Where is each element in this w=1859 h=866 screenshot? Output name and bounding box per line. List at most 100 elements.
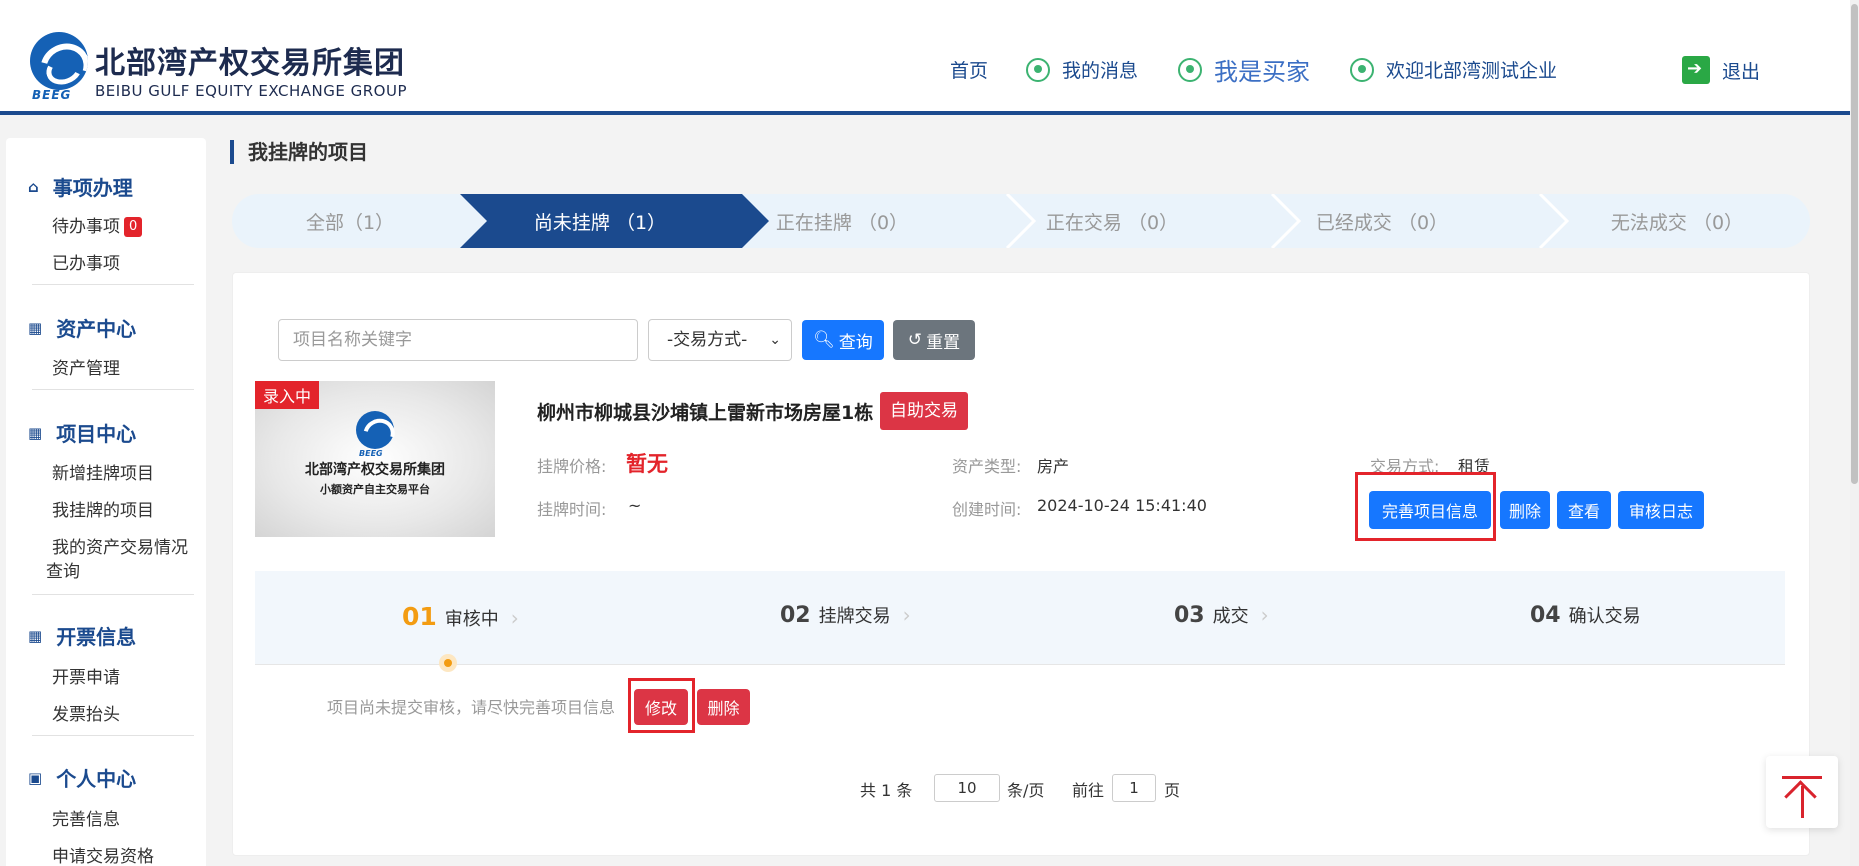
current-step-indicator xyxy=(439,654,457,672)
beeg-logo-icon xyxy=(30,32,88,90)
nav-logout[interactable]: 退出 xyxy=(1682,56,1760,84)
reset-button-label: 重置 xyxy=(926,332,961,353)
search-icon: 🔍︎ xyxy=(813,330,835,350)
step-listing-trade: 02 挂牌交易 › xyxy=(780,602,911,628)
nav-buyer[interactable]: 我是买家 xyxy=(1178,52,1310,87)
thumbnail-subtitle: 小额资产自主交易平台 xyxy=(320,483,430,496)
back-to-top-button[interactable] xyxy=(1766,756,1838,828)
view-button[interactable]: 查看 xyxy=(1557,491,1611,529)
sidebar-item-label: 待办事项 xyxy=(52,217,120,237)
progress-delete-button[interactable]: 删除 xyxy=(697,689,750,725)
nav-buyer-label: 我是买家 xyxy=(1214,58,1310,86)
audit-log-button[interactable]: 审核日志 xyxy=(1618,491,1704,529)
tab-listing[interactable]: 正在挂牌 （0） xyxy=(776,208,908,235)
step-number: 02 xyxy=(780,603,811,628)
section-title: 事项办理 xyxy=(52,176,133,200)
nav-home-label: 首页 xyxy=(950,60,989,82)
home-icon: ⌂ xyxy=(28,177,39,196)
step-number: 01 xyxy=(402,602,437,631)
chevron-down-icon: ⌄ xyxy=(769,332,781,348)
trade-type-badge: 自助交易 xyxy=(880,392,968,430)
page-unit-label: 页 xyxy=(1164,781,1181,800)
sidebar-item-my-trades-query[interactable]: 查询 xyxy=(46,557,80,582)
edit-button[interactable]: 修改 xyxy=(634,689,688,725)
scrollbar-thumb[interactable] xyxy=(1851,4,1858,484)
sidebar-item-new-listing[interactable]: 新增挂牌项目 xyxy=(52,459,154,484)
sidebar-item-invoice-apply[interactable]: 开票申请 xyxy=(52,663,120,688)
delete-button[interactable]: 删除 xyxy=(1500,491,1550,529)
section-title: 开票信息 xyxy=(56,625,137,649)
query-button[interactable]: 🔍︎ 查询 xyxy=(802,320,884,360)
reset-icon: ↺ xyxy=(907,330,923,350)
tabs-background xyxy=(232,194,1810,248)
pagination-total: 共 1 条 xyxy=(860,781,913,800)
brand-logo[interactable]: BEEG 北部湾产权交易所集团 BEIBU GULF EQUITY EXCHAN… xyxy=(30,30,450,102)
tab-failed[interactable]: 无法成交 （0） xyxy=(1611,208,1743,235)
price-value: 暂无 xyxy=(626,452,668,476)
sidebar: ⌂ 事项办理 待办事项 0 已办事项 ▦ 资产中心 资产管理 ▦ 项目中心 新增挂… xyxy=(6,138,206,866)
sidebar-item-apply-qualification[interactable]: 申请交易资格 xyxy=(52,842,154,866)
project-title[interactable]: 柳州市柳城县沙埔镇上雷新市场房屋1栋 xyxy=(537,398,873,425)
section-title: 资产中心 xyxy=(56,317,137,341)
list-time-value: ~ xyxy=(628,496,642,515)
page-scrollbar[interactable] xyxy=(1850,0,1859,866)
tab-completed[interactable]: 已经成交 （0） xyxy=(1316,208,1448,235)
chevron-right-icon: › xyxy=(902,603,911,627)
sidebar-section-invoice[interactable]: ▦ 开票信息 xyxy=(28,621,136,650)
step-confirm: 04 确认交易 xyxy=(1530,602,1641,628)
divider xyxy=(32,284,194,285)
tab-all[interactable]: 全部（1） xyxy=(306,208,394,235)
list-time-label: 挂牌时间: xyxy=(537,500,607,519)
nav-messages-label: 我的消息 xyxy=(1062,60,1139,82)
price-label: 挂牌价格: xyxy=(537,457,607,476)
query-button-label: 查询 xyxy=(838,332,873,353)
sidebar-item-todo[interactable]: 待办事项 0 xyxy=(52,212,143,237)
reset-button[interactable]: ↺ 重置 xyxy=(893,320,975,360)
sidebar-item-invoice-header[interactable]: 发票抬头 xyxy=(52,700,120,725)
complete-info-button[interactable]: 完善项目信息 xyxy=(1369,491,1491,529)
project-thumbnail[interactable]: 录入中 BEEG 北部湾产权交易所集团 小额资产自主交易平台 xyxy=(255,381,495,537)
section-title: 个人中心 xyxy=(56,767,137,791)
logout-icon xyxy=(1682,56,1710,84)
contact-icon: ▣ xyxy=(28,768,43,787)
nav-logout-label: 退出 xyxy=(1722,60,1761,83)
nav-welcome-label: 欢迎北部湾测试企业 xyxy=(1386,60,1558,82)
sidebar-item-my-listings[interactable]: 我挂牌的项目 xyxy=(52,496,154,521)
chevron-right-icon: › xyxy=(1260,603,1269,627)
status-badge: 录入中 xyxy=(255,381,320,409)
logo-abbr: BEEG xyxy=(32,88,72,102)
sidebar-section-profile[interactable]: ▣ 个人中心 xyxy=(28,763,136,792)
nav-welcome[interactable]: 欢迎北部湾测试企业 xyxy=(1350,56,1557,83)
nav-messages[interactable]: 我的消息 xyxy=(1026,56,1138,83)
sidebar-item-done[interactable]: 已办事项 xyxy=(52,249,120,274)
sidebar-item-asset-management[interactable]: 资产管理 xyxy=(52,354,120,379)
step-number: 03 xyxy=(1174,603,1205,628)
page-number-input[interactable]: 1 xyxy=(1112,774,1156,802)
step-label: 成交 xyxy=(1212,606,1249,627)
bell-icon xyxy=(1026,57,1050,82)
asset-type-label: 资产类型: xyxy=(952,457,1022,476)
divider xyxy=(32,735,194,736)
sidebar-section-tasks[interactable]: ⌂ 事项办理 xyxy=(28,172,133,201)
created-time-label: 创建时间: xyxy=(952,500,1022,519)
status-tabs: 全部（1） 尚未挂牌 （1） 正在挂牌 （0） 正在交易 （0） 已经成交 （0… xyxy=(232,194,1810,248)
beeg-logo-icon xyxy=(356,411,394,449)
logo-title-en: BEIBU GULF EQUITY EXCHANGE GROUP xyxy=(95,82,408,100)
step-label: 审核中 xyxy=(444,609,499,630)
sidebar-section-assets[interactable]: ▦ 资产中心 xyxy=(28,313,136,342)
step-label: 确认交易 xyxy=(1568,606,1641,627)
page-size-input[interactable]: 10 xyxy=(934,774,1000,802)
review-notice: 项目尚未提交审核，请尽快完善项目信息 xyxy=(327,698,616,717)
divider xyxy=(32,594,194,595)
step-deal: 03 成交 › xyxy=(1174,602,1269,628)
divider xyxy=(32,389,194,390)
nav-home[interactable]: 首页 xyxy=(950,56,988,83)
tab-trading[interactable]: 正在交易 （0） xyxy=(1046,208,1178,235)
sidebar-item-my-trades[interactable]: 我的资产交易情况 xyxy=(52,533,188,558)
tab-not-listed[interactable]: 尚未挂牌 （1） xyxy=(534,208,666,235)
thumbnail-abbr: BEEG xyxy=(359,449,383,458)
search-input[interactable] xyxy=(278,319,638,361)
sidebar-section-projects[interactable]: ▦ 项目中心 xyxy=(28,418,136,447)
trade-mode-select[interactable]: -交易方式- ⌄ xyxy=(648,319,792,361)
sidebar-item-complete-info[interactable]: 完善信息 xyxy=(52,805,120,830)
